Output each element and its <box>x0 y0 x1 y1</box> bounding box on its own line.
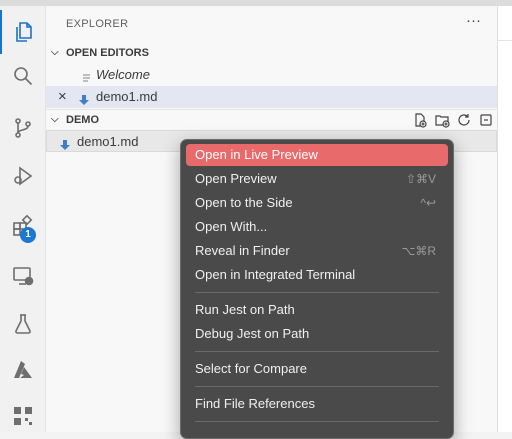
refresh-button[interactable] <box>455 111 473 129</box>
menu-item-shortcut: ⌥⌘R <box>401 244 437 258</box>
source-control-view-button[interactable] <box>0 106 45 150</box>
menu-item-label: Find File References <box>195 396 315 411</box>
more-actions-button[interactable]: ··· <box>466 12 481 29</box>
collapse-all-icon <box>480 114 492 126</box>
collapse-all-button[interactable] <box>477 111 495 129</box>
remote-explorer-view-button[interactable] <box>0 254 45 298</box>
menu-item-open-live-preview[interactable]: Open in Live Preview <box>186 144 448 166</box>
qr-code-icon <box>13 407 32 425</box>
menu-item-label: Open in Live Preview <box>195 147 318 162</box>
menu-item-shortcut: ⇧⌘V <box>405 172 436 186</box>
explorer-title: EXPLORER <box>66 18 129 30</box>
menu-separator <box>195 386 439 387</box>
menu-separator <box>195 351 439 352</box>
menu-item-reveal-in-finder[interactable]: Reveal in Finder ⌥⌘R <box>186 240 448 262</box>
menu-separator <box>195 292 439 293</box>
menu-item-open-preview[interactable]: Open Preview ⇧⌘V <box>186 168 448 190</box>
menu-item-label: Debug Jest on Path <box>195 326 310 341</box>
new-file-icon <box>415 113 427 128</box>
azure-view-button[interactable] <box>0 348 45 392</box>
refresh-icon <box>458 114 470 126</box>
menu-item-shortcut: ^↩ <box>420 196 436 210</box>
chevron-down-icon: ⌵ <box>51 47 59 58</box>
menu-item-run-jest[interactable]: Run Jest on Path <box>186 299 448 321</box>
chevron-down-icon: ⌵ <box>51 114 59 125</box>
menu-item-open-to-side[interactable]: Open to the Side ^↩ <box>186 192 448 214</box>
close-editor-icon[interactable]: × <box>58 86 67 108</box>
qr-code-view-button[interactable] <box>0 394 45 438</box>
context-menu: Open in Live Preview Open Preview ⇧⌘V Op… <box>180 139 454 439</box>
run-debug-icon <box>13 166 32 186</box>
run-debug-view-button[interactable] <box>0 154 45 198</box>
open-editor-label: demo1.md <box>96 89 158 104</box>
menu-separator <box>195 421 439 422</box>
editor-area-edge <box>498 6 512 432</box>
menu-item-label: Open in Integrated Terminal <box>195 267 356 282</box>
new-folder-button[interactable] <box>433 111 451 129</box>
testing-view-button[interactable] <box>0 302 45 346</box>
menu-item-label: Open Preview <box>195 171 277 186</box>
menu-item-open-integrated-terminal[interactable]: Open in Integrated Terminal <box>186 264 448 286</box>
open-editors-heading: OPEN EDITORS <box>66 47 149 59</box>
search-view-button[interactable] <box>0 54 45 98</box>
demo-folder-heading: DEMO <box>66 114 99 126</box>
testing-flask-icon <box>14 314 31 334</box>
open-editor-item-demo1[interactable]: × demo1.md <box>46 86 497 108</box>
file-label: demo1.md <box>77 134 139 149</box>
menu-item-label: Open to the Side <box>195 195 293 210</box>
azure-icon <box>13 361 32 378</box>
menu-item-label: Reveal in Finder <box>195 243 290 258</box>
demo-section-header[interactable]: ⌵ DEMO <box>46 109 497 131</box>
open-editors-section-header[interactable]: ⌵ OPEN EDITORS <box>46 42 497 64</box>
open-editor-item-welcome[interactable]: Welcome <box>46 64 497 86</box>
remote-explorer-icon <box>12 267 33 286</box>
menu-item-open-with[interactable]: Open With... <box>186 216 448 238</box>
section-actions <box>411 111 495 129</box>
extensions-view-button[interactable]: 1 <box>0 204 45 248</box>
activity-bar: 1 <box>0 6 46 432</box>
menu-item-debug-jest[interactable]: Debug Jest on Path <box>186 323 448 345</box>
search-icon <box>13 67 32 86</box>
files-icon <box>15 22 32 42</box>
menu-item-label: Select for Compare <box>195 361 307 376</box>
new-file-button[interactable] <box>411 111 429 129</box>
menu-item-select-for-compare[interactable]: Select for Compare <box>186 358 448 380</box>
source-control-icon <box>14 118 31 138</box>
markdown-file-icon <box>59 136 71 158</box>
open-editor-label: Welcome <box>96 67 150 82</box>
menu-item-label: Open With... <box>195 219 268 234</box>
explorer-view-button[interactable] <box>0 10 45 54</box>
menu-item-find-file-references[interactable]: Find File References <box>186 393 448 415</box>
new-folder-icon <box>435 115 450 128</box>
editor-tab-divider <box>498 40 512 41</box>
extensions-badge: 1 <box>20 227 36 243</box>
menu-item-label: Run Jest on Path <box>195 302 295 317</box>
